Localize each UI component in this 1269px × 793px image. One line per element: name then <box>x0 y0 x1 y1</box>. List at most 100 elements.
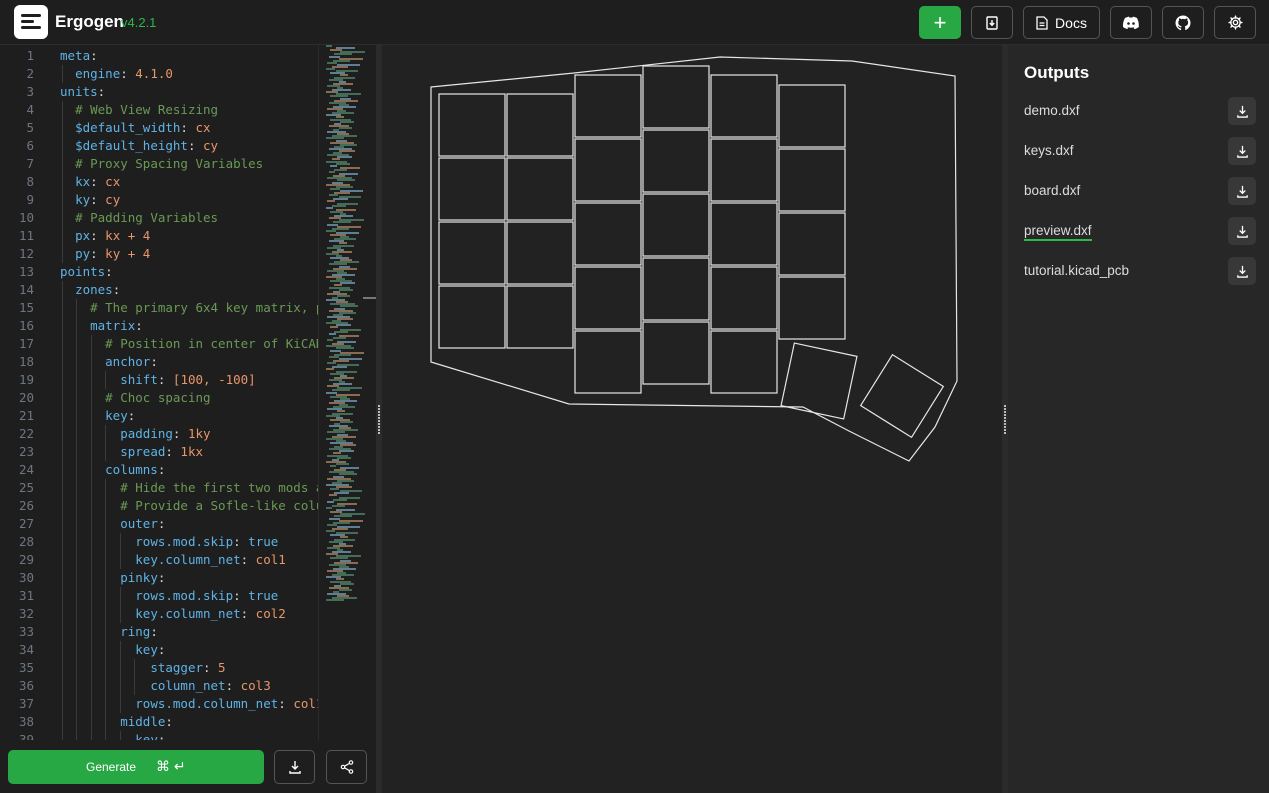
code-line[interactable]: 18 anchor: <box>0 353 318 371</box>
code-line[interactable]: 10 # Padding Variables <box>0 209 318 227</box>
discord-button[interactable] <box>1110 6 1152 39</box>
download-output-button[interactable] <box>1228 177 1256 205</box>
download-config-button[interactable] <box>274 750 315 784</box>
output-file-link[interactable]: board.dxf <box>1024 183 1080 198</box>
key-outline <box>642 321 710 385</box>
line-number: 34 <box>18 642 34 657</box>
new-config-button[interactable]: + <box>919 6 961 39</box>
key-outline <box>778 212 846 276</box>
code-line[interactable]: 34 key: <box>0 641 318 659</box>
app-version: v4.2.1 <box>121 15 157 30</box>
code-line[interactable]: 29 key.column_net: col1 <box>0 551 318 569</box>
docs-button[interactable]: Docs <box>1023 6 1100 39</box>
code-line[interactable]: 8 kx: cx <box>0 173 318 191</box>
code-line[interactable]: 37 rows.mod.column_net: col1 <box>0 695 318 713</box>
generate-button[interactable]: Generate ⌘ ↵ <box>8 750 264 784</box>
config-editor[interactable]: 1 meta: 2 engine: 4.1.0 3 units: 4 # Web View… <box>0 45 376 793</box>
line-number: 38 <box>18 714 34 729</box>
code-line[interactable]: 12 py: ky + 4 <box>0 245 318 263</box>
line-code: shift: [100, -100] <box>120 372 256 387</box>
key-outline <box>778 148 846 212</box>
board-outline <box>430 56 958 462</box>
key-outline <box>506 221 574 285</box>
code-line[interactable]: 33 ring: <box>0 623 318 641</box>
code-line[interactable]: 39 key: <box>0 731 318 740</box>
code-line[interactable]: 14 zones: <box>0 281 318 299</box>
line-code: px: kx + 4 <box>75 228 151 243</box>
output-file-link[interactable]: demo.dxf <box>1024 103 1080 118</box>
line-code: ring: <box>120 624 158 639</box>
output-file-link[interactable]: keys.dxf <box>1024 143 1074 158</box>
line-code: anchor: <box>105 354 158 369</box>
key-outline <box>574 74 642 138</box>
code-line[interactable]: 35 stagger: 5 <box>0 659 318 677</box>
line-code: zones: <box>75 282 121 297</box>
code-line[interactable]: 2 engine: 4.1.0 <box>0 65 318 83</box>
thumb-key-1 <box>780 342 858 420</box>
line-code: $default_width: cx <box>75 120 211 135</box>
code-line[interactable]: 38 middle: <box>0 713 318 731</box>
key-outline <box>710 74 778 138</box>
code-line[interactable]: 28 rows.mod.skip: true <box>0 533 318 551</box>
code-line[interactable]: 26 # Provide a Sofle-like colum <box>0 497 318 515</box>
download-icon <box>1236 185 1248 198</box>
code-line[interactable]: 19 shift: [100, -100] <box>0 371 318 389</box>
code-line[interactable]: 6 $default_height: cy <box>0 137 318 155</box>
code-line[interactable]: 24 columns: <box>0 461 318 479</box>
line-number: 33 <box>18 624 34 639</box>
output-file-link[interactable]: preview.dxf <box>1024 223 1092 241</box>
download-output-button[interactable] <box>1228 257 1256 285</box>
line-number: 29 <box>18 552 34 567</box>
code-line[interactable]: 30 pinky: <box>0 569 318 587</box>
dxf-preview[interactable] <box>382 45 1002 793</box>
download-output-button[interactable] <box>1228 137 1256 165</box>
line-code: # Choc spacing <box>105 390 211 405</box>
code-line[interactable]: 21 key: <box>0 407 318 425</box>
line-code: # Proxy Spacing Variables <box>75 156 264 171</box>
code-line[interactable]: 31 rows.mod.skip: true <box>0 587 318 605</box>
load-example-button[interactable] <box>971 6 1013 39</box>
code-line[interactable]: 1 meta: <box>0 47 318 65</box>
code-line[interactable]: 25 # Hide the first two mods an <box>0 479 318 497</box>
download-icon <box>288 761 301 774</box>
download-output-button[interactable] <box>1228 97 1256 125</box>
output-file-link[interactable]: tutorial.kicad_pcb <box>1024 263 1129 278</box>
editor-minimap[interactable] <box>318 45 365 605</box>
download-output-button[interactable] <box>1228 217 1256 245</box>
github-button[interactable] <box>1162 6 1204 39</box>
code-line[interactable]: 20 # Choc spacing <box>0 389 318 407</box>
code-line[interactable]: 17 # Position in center of KiCAD <box>0 335 318 353</box>
gear-icon <box>1227 15 1243 30</box>
shortcut-hint: ⌘ ↵ <box>156 758 186 774</box>
share-button[interactable] <box>326 750 367 784</box>
code-line[interactable]: 5 $default_width: cx <box>0 119 318 137</box>
code-line[interactable]: 7 # Proxy Spacing Variables <box>0 155 318 173</box>
code-line[interactable]: 23 spread: 1kx <box>0 443 318 461</box>
code-line[interactable]: 36 column_net: col3 <box>0 677 318 695</box>
code-line[interactable]: 9 ky: cy <box>0 191 318 209</box>
download-icon <box>1236 145 1248 158</box>
editor-scrollbar[interactable] <box>363 297 376 299</box>
code-line[interactable]: 4 # Web View Resizing <box>0 101 318 119</box>
line-number: 3 <box>26 84 34 99</box>
code-line[interactable]: 16 matrix: <box>0 317 318 335</box>
code-line[interactable]: 27 outer: <box>0 515 318 533</box>
line-number: 37 <box>18 696 34 711</box>
line-number: 39 <box>18 732 34 740</box>
key-outline <box>778 84 846 148</box>
code-area[interactable]: 1 meta: 2 engine: 4.1.0 3 units: 4 # Web View… <box>0 45 318 740</box>
line-code: # Position in center of KiCAD <box>105 336 318 351</box>
line-number: 13 <box>18 264 34 279</box>
code-line[interactable]: 22 padding: 1ky <box>0 425 318 443</box>
line-number: 27 <box>18 516 34 531</box>
code-line[interactable]: 15 # The primary 6x4 key matrix, pl <box>0 299 318 317</box>
outputs-heading: Outputs <box>1024 63 1090 82</box>
line-code: kx: cx <box>75 174 121 189</box>
code-line[interactable]: 32 key.column_net: col2 <box>0 605 318 623</box>
settings-button[interactable] <box>1214 6 1256 39</box>
code-line[interactable]: 13 points: <box>0 263 318 281</box>
code-line[interactable]: 3 units: <box>0 83 318 101</box>
line-code: units: <box>60 84 106 99</box>
code-line[interactable]: 11 px: kx + 4 <box>0 227 318 245</box>
thumb-key-2 <box>859 353 945 439</box>
